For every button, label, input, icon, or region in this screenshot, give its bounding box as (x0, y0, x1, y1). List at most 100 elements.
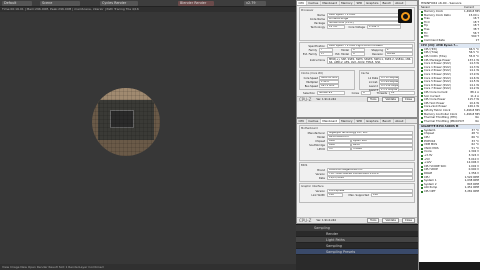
group-title: Processor (301, 9, 314, 12)
processor-group: Processor Name AMD Ryzen 7 2700X Code Nam… (299, 7, 415, 41)
mb-model: B450 AORUS M (327, 135, 413, 139)
label: Instructions (309, 58, 325, 62)
sensor-icon (421, 158, 423, 161)
close-button[interactable]: Close (401, 218, 415, 223)
sensor-icon (421, 14, 423, 17)
tab-about[interactable]: About (394, 119, 406, 123)
sensor-icon (421, 52, 423, 55)
chipset: AMD (327, 139, 351, 143)
code-name: Pinnacle Ridge (327, 17, 401, 21)
sensor-icon (421, 154, 423, 157)
label: Multiplier (306, 80, 318, 84)
sensor-icon (421, 183, 423, 186)
specification-group: Specification AMD Ryzen 7 2700X Eight-Cor… (299, 42, 415, 68)
sensor-icon (421, 88, 423, 91)
motherboard-group: Motherboard Manufacturer Gigabyte Technol… (299, 125, 415, 161)
southbridge: AMD (327, 143, 351, 147)
tab-graphics[interactable]: Graphics (365, 1, 381, 5)
tab-graphics[interactable]: Graphics (365, 119, 381, 123)
tools-button[interactable]: Tools (367, 218, 380, 223)
sensor-name: Command Rate (424, 38, 445, 42)
cache-group: Cache L1 Data 8 x 32 KBytes L1 Inst. 8 x 6… (359, 70, 415, 92)
label: Model (341, 48, 349, 52)
label: Link Width (311, 193, 325, 197)
bios-date: 11/27/2018 (327, 176, 413, 180)
render-viewport[interactable] (0, 12, 300, 264)
hwinfo-sensors-window: HWiNFO64 v6.00 - Sensors Sensor Current … (418, 0, 480, 270)
tab-spd[interactable]: SPD (355, 119, 365, 123)
lpcio: ITE (327, 147, 351, 151)
tab-memory[interactable]: Memory (340, 1, 355, 5)
sensor-icon (421, 32, 423, 35)
socket-selector[interactable]: Socket #1 (317, 91, 345, 95)
label: Southbridge (309, 143, 325, 147)
stepping: 2 (385, 48, 413, 52)
sensor-icon (421, 179, 423, 182)
bios-brand: American Megatrends Inc. (327, 168, 413, 172)
image-editor-footer[interactable]: View Image New Open Render Result Slot 1… (0, 264, 296, 270)
family: F (319, 48, 333, 52)
layout-selector[interactable]: Default (2, 0, 32, 6)
col-sensor[interactable]: Sensor (421, 6, 464, 9)
label: Core Voltage (348, 25, 365, 29)
sensor-icon (421, 98, 423, 101)
label: Selection (303, 91, 315, 95)
label: Date (318, 176, 325, 180)
tab-caches[interactable]: Caches (307, 1, 321, 5)
southbridge-model: B450 (351, 143, 413, 147)
sensor-row[interactable]: Command Rate 1T (419, 38, 480, 43)
l1-inst: 8 x 64 KBytes (379, 80, 399, 84)
sensor-icon (421, 28, 423, 31)
version-text: Ver. 1.91.0.x64 (316, 98, 336, 101)
group-title: BIOS (301, 164, 308, 167)
close-button[interactable]: Close (401, 97, 415, 102)
sensor-icon (421, 176, 423, 179)
graphic-interface-group: Graphic Interface Version PCI-Express Lin… (299, 183, 415, 203)
group-title: Cache (361, 72, 370, 75)
sensor-icon (421, 172, 423, 175)
tab-mainboard[interactable]: Mainboard (321, 1, 340, 5)
ryzen-logo (398, 9, 412, 23)
scene-selector[interactable]: Scene (40, 0, 80, 6)
label: Max. Supported (348, 193, 369, 197)
revision: PiR-B2 (385, 52, 413, 56)
validate-button[interactable]: Validate (382, 97, 399, 102)
panel-row-sampling-presets[interactable]: Sampling Presets (296, 249, 418, 255)
tab-cpu[interactable]: CPU (297, 119, 307, 123)
label: Name (317, 13, 325, 17)
tab-bench[interactable]: Bench (381, 119, 394, 123)
label: Specification (308, 44, 325, 48)
sensor-icon (421, 102, 423, 105)
instructions: MMX(+), SSE, SSE2, SSE3, SSSE3, SSE4.1, … (327, 56, 413, 64)
label: Level 3 (369, 88, 378, 92)
sensor-icon (421, 136, 423, 139)
render-engine-selector[interactable]: Cycles Render (100, 0, 138, 6)
technology: 12 nm (327, 25, 345, 29)
tab-memory[interactable]: Memory (340, 119, 355, 123)
tab-caches[interactable]: Caches (307, 119, 321, 123)
label: Code Name (309, 17, 325, 21)
version-label: v2.79 (244, 0, 266, 6)
label: Level 2 (369, 84, 378, 88)
sensor-icon (421, 35, 423, 38)
sensor-row[interactable]: Thermal Throttling (PROCHOT) No (419, 119, 480, 124)
label: Chipset (315, 139, 325, 143)
specification: AMD Ryzen 7 2700X Eight-Core Processor (327, 44, 413, 48)
bios-version: F30 - AMD AGESA Combo-AM4 1.0.0.4 (327, 172, 413, 176)
render-engine-alt[interactable]: Blender Render (178, 0, 214, 6)
render-preview-image (92, 88, 160, 156)
tools-button[interactable]: Tools (367, 97, 380, 102)
desktop: Default Scene Cycles Render Blender Rend… (0, 0, 480, 270)
tab-about[interactable]: About (394, 1, 406, 5)
sensor-icon (421, 80, 423, 83)
tab-cpu[interactable]: CPU (297, 1, 307, 5)
sensor-row[interactable]: CPU OPT 3,281 RPM (419, 189, 480, 194)
tab-spd[interactable]: SPD (355, 1, 365, 5)
label: L1 Data (368, 76, 378, 80)
tab-bench[interactable]: Bench (381, 1, 394, 5)
cpuz-logo: CPU-Z (299, 97, 312, 102)
manufacturer: Gigabyte Technology Co., Ltd. (327, 131, 413, 135)
validate-button[interactable]: Validate (382, 218, 399, 223)
tab-mainboard[interactable]: Mainboard (320, 119, 340, 123)
core-voltage: 1.392 V (367, 25, 401, 29)
